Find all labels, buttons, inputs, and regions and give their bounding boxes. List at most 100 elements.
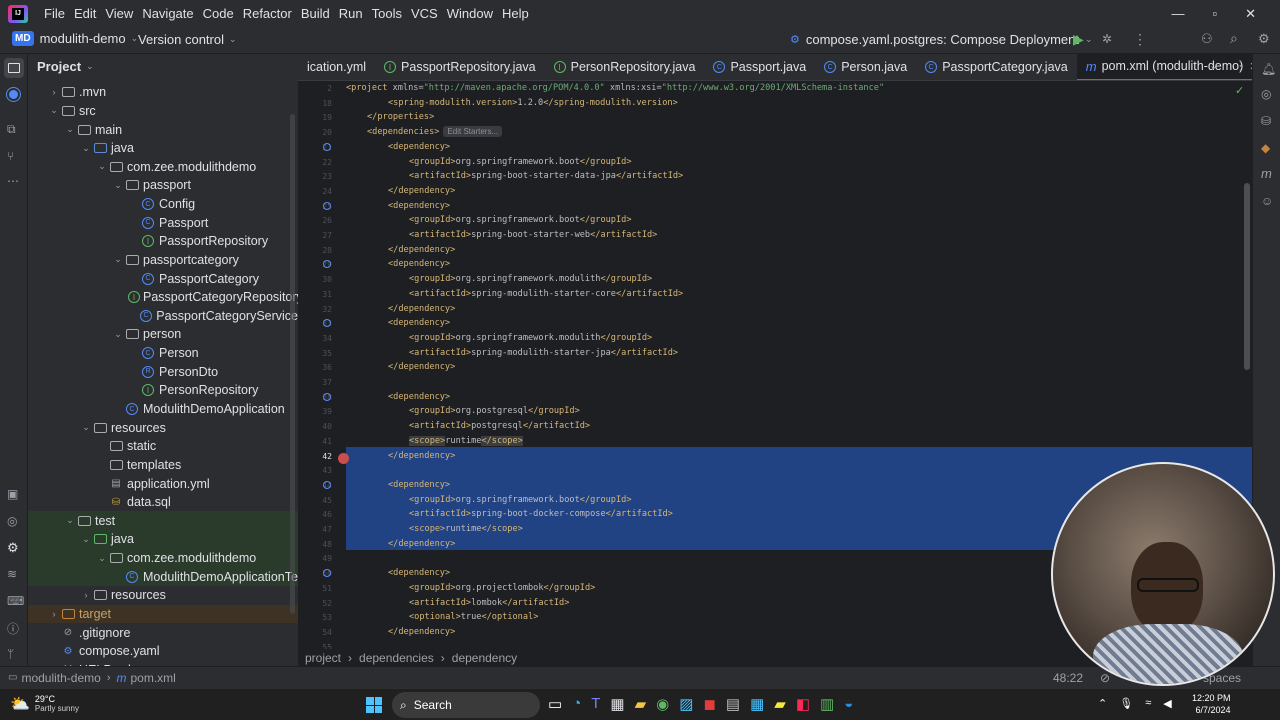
menu-item-edit[interactable]: Edit <box>74 6 96 21</box>
chevron-down-icon[interactable]: ⌄ <box>96 161 108 172</box>
chevron-down-icon[interactable]: ⌄ <box>64 124 76 135</box>
tree-item-test[interactable]: ⌄ test <box>28 511 298 531</box>
ai-assistant-icon[interactable]: ◎ <box>1261 87 1271 101</box>
git-icon[interactable]: ᛘ <box>7 647 14 661</box>
breadcrumb-item[interactable]: project <box>305 651 341 665</box>
tree-item-target[interactable]: › target <box>28 604 298 624</box>
problems-icon[interactable]: ⓘ <box>7 620 19 637</box>
docker-taskbar-icon[interactable]: ◒ <box>844 695 853 713</box>
project-tool-icon[interactable] <box>4 58 24 78</box>
copilot-icon[interactable]: ☺ <box>1261 194 1273 208</box>
tree-item-java[interactable]: ⌄ java <box>28 530 298 549</box>
maven-dependency-icon[interactable] <box>323 142 331 151</box>
tab-pom-xml-modulith-demo[interactable]: mpom.xml (modulith-demo)✕ <box>1076 54 1252 80</box>
taskbar-search[interactable]: ⌕ Search <box>392 692 540 718</box>
tree-item-passportrepository[interactable]: I PassportRepository <box>28 232 298 251</box>
status-file[interactable]: pom.xml <box>131 671 176 685</box>
maven-icon[interactable]: m <box>1261 166 1272 181</box>
menu-item-window[interactable]: Window <box>447 6 493 21</box>
tree-item-gitignore[interactable]: ⊘ .gitignore <box>28 623 298 642</box>
status-project[interactable]: modulith-demo <box>21 671 100 685</box>
tree-item-resources[interactable]: ⌄ resources <box>28 418 298 437</box>
settings-icon[interactable]: ⚙ <box>1258 31 1270 47</box>
menu-item-tools[interactable]: Tools <box>372 6 402 21</box>
menu-item-run[interactable]: Run <box>339 6 363 21</box>
tray-chevron-icon[interactable]: ⌃ <box>1098 697 1107 710</box>
terminal-icon[interactable]: ⌨ <box>7 594 24 608</box>
editor-scrollbar[interactable] <box>1244 183 1250 370</box>
layers-icon[interactable]: ≋ <box>7 567 17 581</box>
more-icon[interactable]: ⋮ <box>1133 31 1147 48</box>
chevron-down-icon[interactable]: ⌄ <box>112 329 124 340</box>
edit-starters-hint[interactable]: Edit Starters... <box>443 126 503 138</box>
maximize-icon[interactable]: ▫ <box>1212 6 1217 22</box>
chevron-down-icon[interactable]: ⌄ <box>80 143 92 154</box>
tree-item-resources[interactable]: › resources <box>28 586 298 605</box>
project-selector[interactable]: MD modulith-demo ⌄ <box>12 31 138 46</box>
tree-item-person[interactable]: C Person <box>28 344 298 363</box>
structure-icon[interactable]: ⧉ <box>7 122 16 137</box>
breadcrumb-item[interactable]: dependencies <box>359 651 434 665</box>
terminal-tool-icon[interactable]: ▣ <box>7 487 18 501</box>
tree-item-person[interactable]: ⌄ person <box>28 325 298 344</box>
chevron-down-icon[interactable]: ⌄ <box>48 105 60 116</box>
tab-passport-java[interactable]: C Passport.java <box>704 54 815 80</box>
menu-item-file[interactable]: File <box>44 6 65 21</box>
tree-item-compose-yaml[interactable]: ⚙ compose.yaml <box>28 642 298 661</box>
tree-scrollbar[interactable] <box>290 114 295 614</box>
tree-item-passport[interactable]: C Passport <box>28 213 298 232</box>
tree-item-passportcategoryrepository[interactable]: I PassportCategoryRepository <box>28 288 298 307</box>
tree-item-application-yml[interactable]: ▤ application.yml <box>28 474 298 493</box>
inspection-ok-icon[interactable]: ✓ <box>1235 84 1244 97</box>
windows-store-icon[interactable]: ▦ <box>750 695 764 713</box>
maven-dependency-icon[interactable] <box>323 201 331 210</box>
menu-item-refactor[interactable]: Refactor <box>243 6 292 21</box>
tree-item-passportcategory[interactable]: C PassportCategory <box>28 269 298 288</box>
tab-ication-yml[interactable]: ication.yml <box>298 54 375 80</box>
volume-icon[interactable]: ◀ <box>1163 697 1171 710</box>
teams-icon[interactable]: T <box>591 695 600 713</box>
close-icon[interactable]: ✕ <box>1245 6 1256 22</box>
database-icon[interactable]: ⛁ <box>1261 114 1271 128</box>
chevron-down-icon[interactable]: ⌄ <box>64 515 76 526</box>
minimize-icon[interactable]: — <box>1171 6 1184 22</box>
chevron-down-icon[interactable]: ⌄ <box>112 180 124 191</box>
weather-widget[interactable]: ⛅ 29°C Partly sunny <box>10 694 79 714</box>
breakpoint-icon[interactable] <box>338 453 349 464</box>
clock[interactable]: 12:20 PM 6/7/2024 <box>1192 692 1231 716</box>
tab-passportrepository-java[interactable]: I PassportRepository.java <box>375 54 545 80</box>
tree-item-personrepository[interactable]: I PersonRepository <box>28 381 298 400</box>
sticky-notes-icon[interactable]: ▰ <box>774 695 786 713</box>
notepad-icon[interactable]: ▥ <box>820 695 834 713</box>
tab-person-java[interactable]: C Person.java <box>815 54 916 80</box>
file-explorer-icon[interactable]: ▰ <box>635 695 647 713</box>
app-logo-icon[interactable]: IJ <box>8 4 28 23</box>
tree-item-modulithdemoapplication[interactable]: C ModulithDemoApplication <box>28 400 298 419</box>
vcs-selector[interactable]: Version control ⌄ <box>138 32 237 47</box>
tree-item-main[interactable]: ⌄ main <box>28 120 298 139</box>
debug-icon[interactable]: ✲ <box>1102 32 1112 46</box>
app-red-icon[interactable]: ◼ <box>703 695 715 713</box>
intellij-taskbar-icon[interactable]: ◧ <box>796 695 810 713</box>
tree-item-config[interactable]: C Config <box>28 195 298 214</box>
commit-icon[interactable] <box>7 88 20 101</box>
menu-item-view[interactable]: View <box>105 6 133 21</box>
chevron-down-icon[interactable]: ⌄ <box>112 254 124 265</box>
start-button[interactable] <box>366 697 382 713</box>
terminal-app-icon[interactable]: ▤ <box>726 695 740 713</box>
tree-item-static[interactable]: static <box>28 437 298 456</box>
menu-item-help[interactable]: Help <box>502 6 529 21</box>
tree-item-src[interactable]: ⌄ src <box>28 102 298 121</box>
tree-item-data-sql[interactable]: ⛁ data.sql <box>28 493 298 512</box>
maven-dependency-icon[interactable] <box>323 480 331 489</box>
run-icon[interactable]: ▶ <box>1073 31 1084 48</box>
run-config-selector[interactable]: ⚙ compose.yaml.postgres: Compose Deploym… <box>790 32 1093 47</box>
tree-item-passportcategory[interactable]: ⌄ passportcategory <box>28 251 298 270</box>
menu-item-code[interactable]: Code <box>203 6 234 21</box>
tab-passportcategory-java[interactable]: C PassportCategory.java <box>916 54 1077 80</box>
project-panel-header[interactable]: Project ⌄ <box>37 59 94 74</box>
tree-item-passport[interactable]: ⌄ passport <box>28 176 298 195</box>
tree-item-com-zee-modulithdemo[interactable]: ⌄ com.zee.modulithdemo <box>28 548 298 568</box>
chrome-icon[interactable]: ◉ <box>656 695 669 713</box>
notifications-icon[interactable]: 🔔︎ <box>1261 62 1276 76</box>
